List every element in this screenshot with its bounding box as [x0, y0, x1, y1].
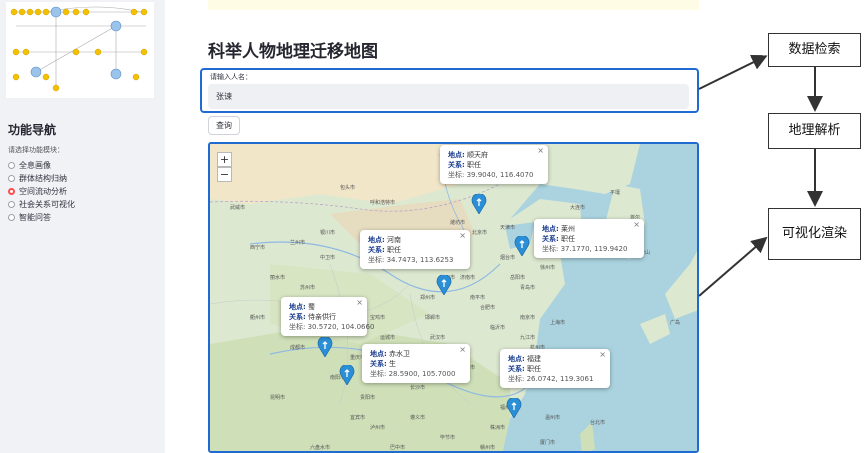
- flow-step-geo-parsing: 地理解析: [768, 113, 861, 149]
- annotation-arrows: [698, 55, 823, 297]
- flow-step-data-retrieval: 数据检索: [768, 33, 861, 67]
- flow-step-visual-rendering: 可视化渲染: [768, 208, 861, 260]
